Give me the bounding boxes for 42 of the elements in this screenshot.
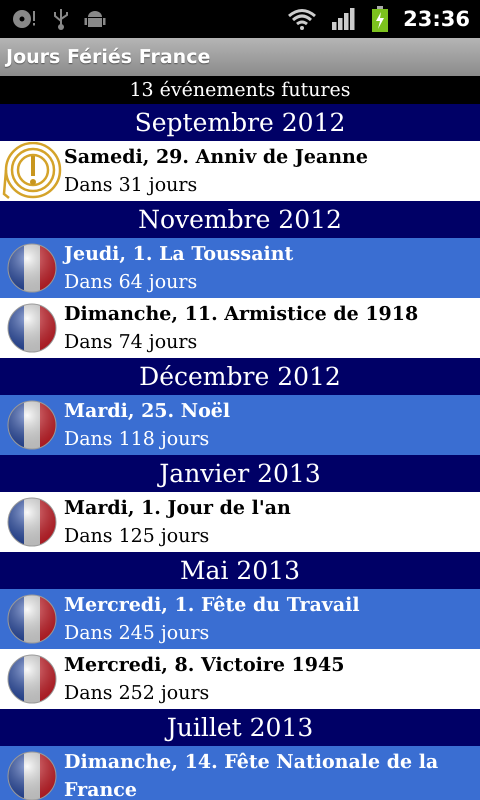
signal-icon (331, 8, 358, 30)
month-header: Mai 2013 (0, 552, 480, 589)
wifi-icon (287, 8, 318, 30)
flag-icon (6, 750, 58, 800)
days-remaining: Dans 252 jours (64, 681, 210, 706)
flag-icon (6, 399, 58, 451)
holiday-title: Dimanche, 14. Fête Nationale de la France (64, 750, 440, 800)
month-header: Janvier 2013 (0, 455, 480, 492)
flag-icon (6, 242, 58, 294)
holiday-row[interactable]: Mardi, 25. Noël Dans 118 jours (0, 395, 480, 455)
status-time: 23:36 (403, 7, 470, 31)
event-count: 13 événements futures (0, 76, 480, 104)
holiday-title: Mardi, 25. Noël (64, 399, 230, 424)
holiday-row[interactable]: Dimanche, 14. Fête Nationale de la France (0, 746, 480, 800)
app-title: Jours Fériés France (6, 46, 210, 68)
month-header: Décembre 2012 (0, 358, 480, 395)
days-remaining: Dans 74 jours (64, 330, 198, 355)
holiday-title: Mercredi, 8. Victoire 1945 (64, 653, 344, 678)
flag-icon (6, 302, 58, 354)
holiday-row[interactable]: Jeudi, 1. La Toussaint Dans 64 jours (0, 238, 480, 298)
month-header: Juillet 2013 (0, 709, 480, 746)
spiral-alert-icon (1, 142, 63, 200)
flag-icon (6, 653, 58, 705)
flag-icon (6, 593, 58, 645)
holiday-title: Mercredi, 1. Fête du Travail (64, 593, 360, 618)
days-remaining: Dans 245 jours (64, 621, 210, 646)
month-header: Septembre 2012 (0, 104, 480, 141)
android-icon (84, 8, 106, 30)
month-header: Novembre 2012 (0, 201, 480, 238)
holiday-title: Mardi, 1. Jour de l'an (64, 496, 291, 521)
days-remaining: Dans 64 jours (64, 270, 198, 295)
days-remaining: Dans 118 jours (64, 427, 210, 452)
usb-icon (52, 7, 70, 31)
holiday-row[interactable]: Mercredi, 1. Fête du Travail Dans 245 jours (0, 589, 480, 649)
disc-icon (12, 8, 38, 30)
flag-icon (6, 496, 58, 548)
battery-icon (371, 6, 390, 32)
holiday-title: Jeudi, 1. La Toussaint (64, 242, 294, 267)
days-remaining: Dans 31 jours (64, 173, 198, 198)
holiday-title: Samedi, 29. Anniv de Jeanne (64, 145, 368, 170)
holiday-title: Dimanche, 11. Armistice de 1918 (64, 302, 418, 327)
days-remaining: Dans 125 jours (64, 524, 210, 549)
